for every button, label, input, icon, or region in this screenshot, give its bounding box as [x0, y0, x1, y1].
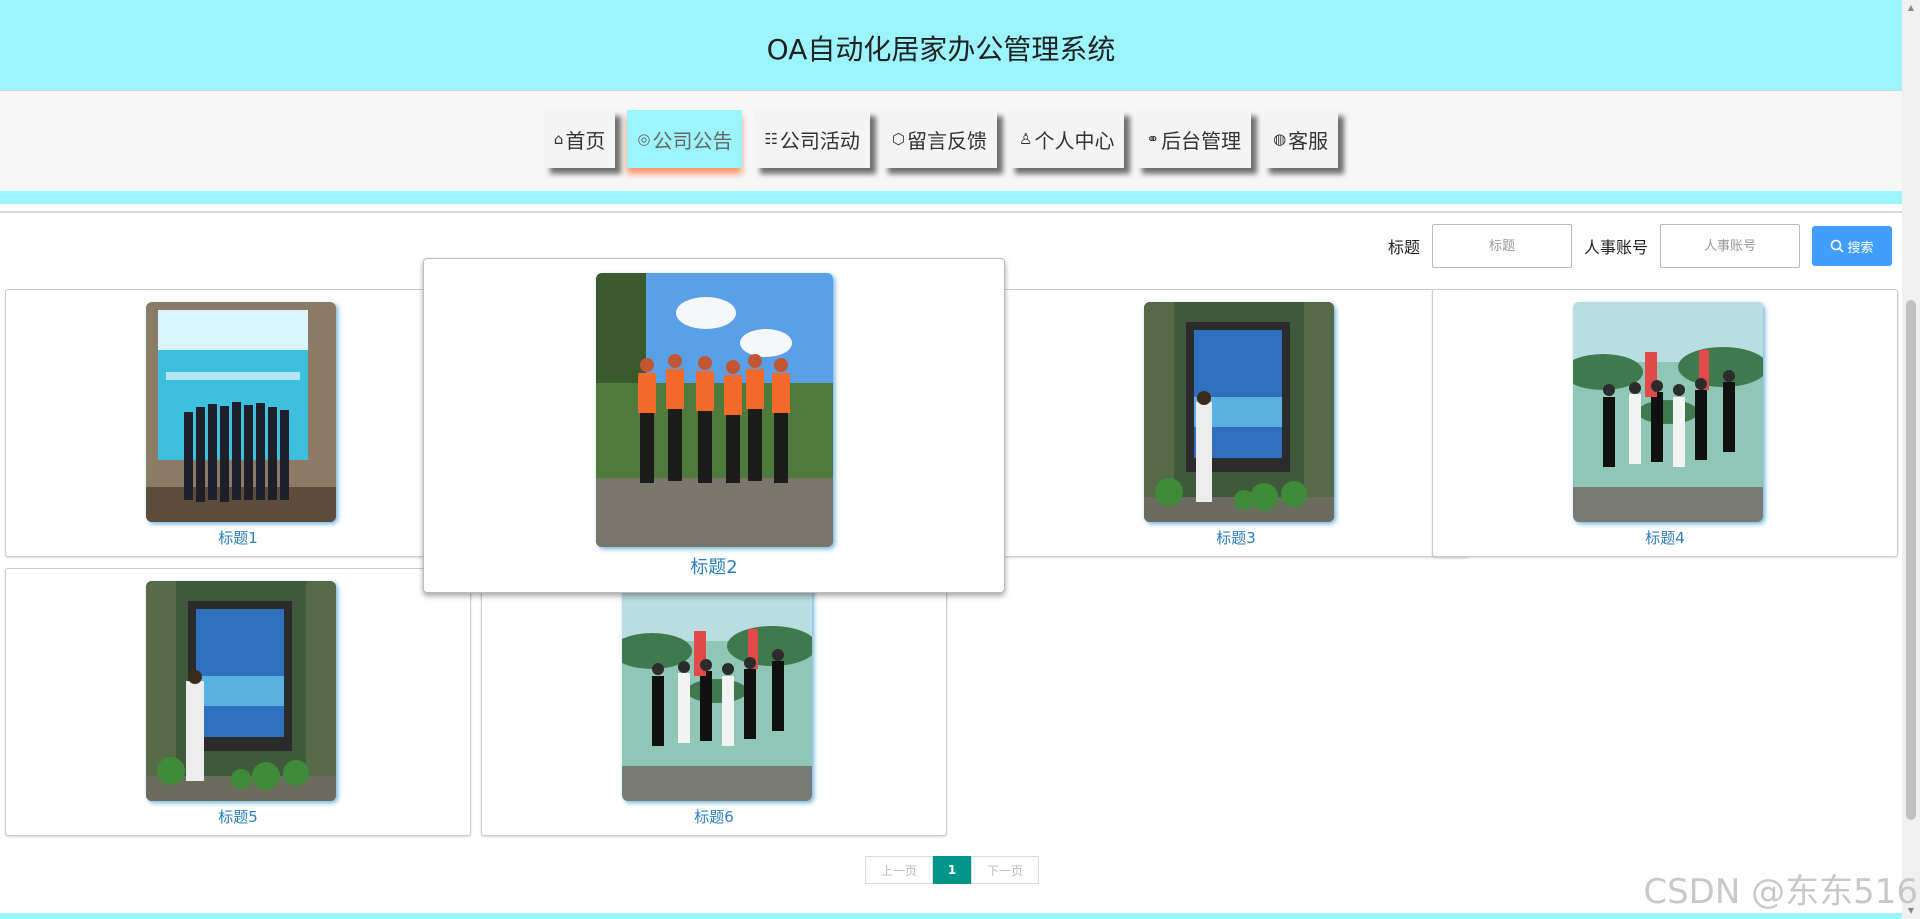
nav-item-personal-center[interactable]: ♙ 个人中心	[1009, 110, 1125, 168]
vertical-scrollbar[interactable]: ▲ ▼	[1902, 0, 1920, 919]
scrollbar-thumb[interactable]	[1906, 300, 1916, 820]
nav-item-home[interactable]: ⌂ 首页	[543, 110, 616, 168]
page-1-button[interactable]: 1	[933, 856, 971, 884]
nav-item-label: 后台管理	[1161, 128, 1242, 153]
cube-icon: ⬡	[891, 130, 906, 148]
notice-card[interactable]: 标题4	[1432, 289, 1898, 557]
nav-item-label: 首页	[565, 128, 606, 153]
card-title: 标题2	[690, 557, 738, 578]
user-icon: ♙	[1019, 130, 1033, 148]
next-page-button[interactable]: 下一页	[971, 856, 1039, 884]
account-search-input[interactable]	[1660, 224, 1800, 268]
main-nav: ⌂ 首页 ◎ 公司公告 ☷ 公司活动 ⬡ 留言反馈 ♙ 个人中心 ⚭ 后台管理 …	[0, 91, 1902, 191]
notice-card[interactable]: 标题1	[5, 289, 471, 557]
nav-item-label: 公司活动	[779, 128, 860, 153]
watermark: CSDN @东东516	[1643, 872, 1918, 912]
notice-photo	[596, 273, 833, 547]
notice-photo	[146, 581, 336, 801]
nav-item-feedback[interactable]: ⬡ 留言反馈	[881, 110, 998, 168]
nav-item-admin[interactable]: ⚭ 后台管理	[1136, 110, 1252, 168]
notice-photo	[146, 302, 336, 522]
nav-item-label: 个人中心	[1034, 128, 1115, 153]
notice-icon: ◎	[637, 130, 651, 148]
chat-icon: ◍	[1273, 130, 1287, 148]
search-button-label: 搜索	[1847, 240, 1874, 256]
accent-strip	[0, 191, 1902, 204]
search-icon	[1831, 239, 1845, 253]
title-label: 标题	[1387, 238, 1420, 257]
nav-item-customer-service[interactable]: ◍ 客服	[1263, 110, 1339, 168]
footer-accent	[0, 913, 1902, 919]
nav-item-label: 客服	[1288, 128, 1329, 153]
account-label: 人事账号	[1583, 238, 1648, 257]
nav-item-label: 留言反馈	[907, 128, 988, 153]
card-title: 标题4	[1645, 529, 1685, 547]
title-search-input[interactable]	[1431, 224, 1572, 268]
card-title: 标题3	[1216, 529, 1256, 547]
search-bar: 标题 人事账号 搜索	[1388, 224, 1892, 268]
card-title: 标题1	[218, 529, 258, 547]
divider	[0, 211, 1902, 213]
notice-card[interactable]: 标题6	[481, 568, 947, 836]
notice-card-hovered[interactable]: 标题2	[423, 258, 1005, 593]
prev-page-button[interactable]: 上一页	[865, 856, 933, 884]
nav-item-company-activity[interactable]: ☷ 公司活动	[754, 110, 870, 168]
pagination: 上一页 1 下一页	[865, 856, 1039, 884]
notice-card[interactable]: 标题3	[1003, 289, 1469, 557]
nav-item-label: 公司公告	[652, 128, 733, 153]
sliders-icon: ☷	[764, 130, 778, 148]
search-button[interactable]: 搜索	[1812, 226, 1892, 266]
notice-photo	[1573, 302, 1763, 522]
link-icon: ⚭	[1146, 130, 1160, 148]
notice-photo	[622, 581, 812, 801]
nav-item-company-notice[interactable]: ◎ 公司公告	[627, 110, 743, 168]
notice-card[interactable]: 标题5	[5, 568, 471, 836]
card-title: 标题5	[218, 808, 258, 826]
card-title: 标题6	[694, 808, 734, 826]
site-title: OA自动化居家办公管理系统	[766, 33, 1116, 66]
scroll-up-icon[interactable]: ▲	[1902, 0, 1920, 16]
notice-photo	[1144, 302, 1334, 522]
top-header: OA自动化居家办公管理系统	[0, 0, 1902, 91]
home-icon: ⌂	[553, 130, 564, 148]
nav-list: ⌂ 首页 ◎ 公司公告 ☷ 公司活动 ⬡ 留言反馈 ♙ 个人中心 ⚭ 后台管理 …	[0, 110, 1882, 168]
